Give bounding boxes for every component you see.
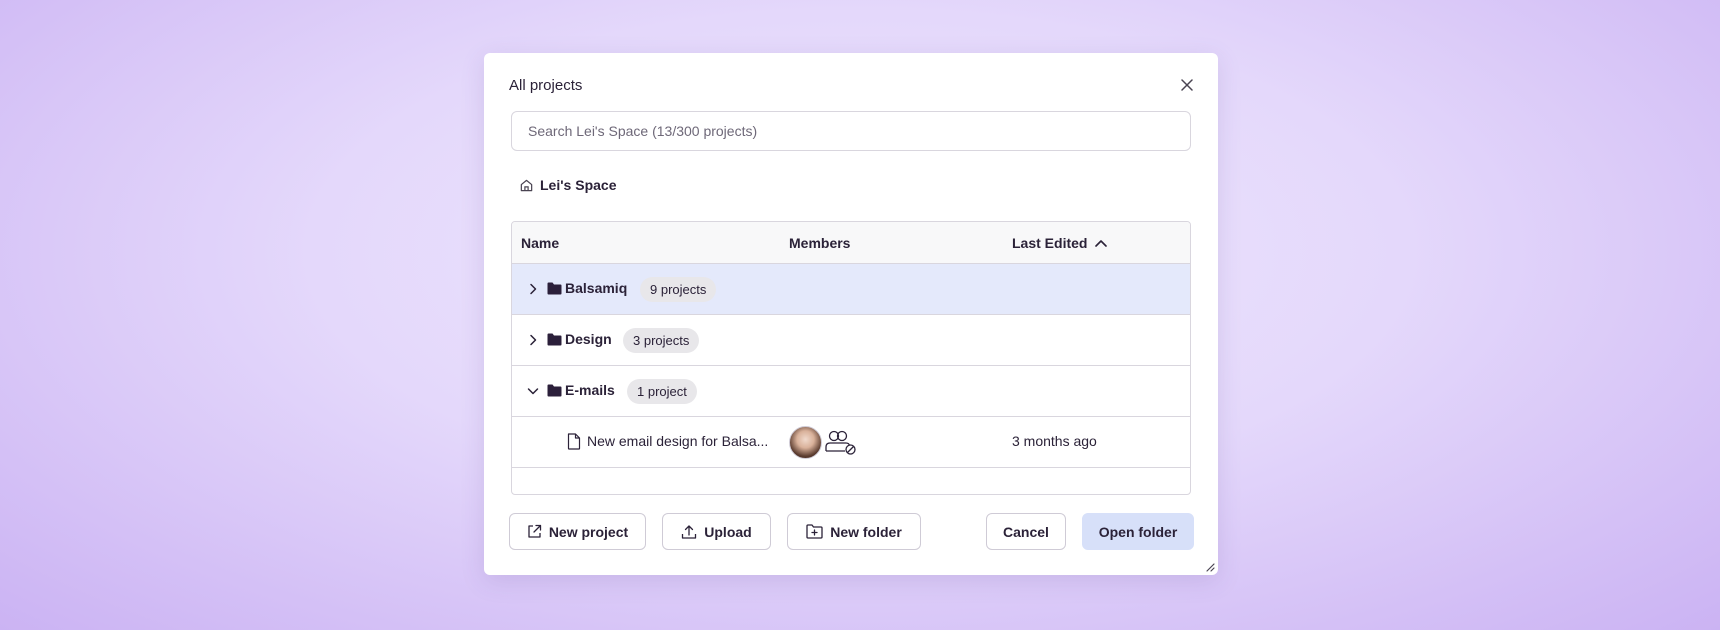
column-header-name[interactable]: Name xyxy=(521,235,559,251)
chevron-right-icon xyxy=(530,283,537,295)
folder-name: Balsamiq xyxy=(565,280,628,296)
column-last-edited-label: Last Edited xyxy=(1012,235,1088,251)
table-header: Name Members Last Edited xyxy=(512,222,1190,264)
folder-name: Design xyxy=(565,331,612,347)
folder-row-emails[interactable]: E-mails 1 project xyxy=(512,366,1190,417)
upload-label: Upload xyxy=(704,523,752,540)
collapse-toggle[interactable] xyxy=(525,383,541,399)
open-folder-label: Open folder xyxy=(1098,523,1178,540)
column-name-label: Name xyxy=(521,235,560,251)
projects-table: Name Members Last Edited Balsamiq 9 proj… xyxy=(511,221,1191,495)
column-header-members: Members xyxy=(789,235,850,251)
expand-toggle[interactable] xyxy=(525,281,541,297)
new-project-label: New project xyxy=(548,523,629,540)
search-input[interactable] xyxy=(511,111,1191,151)
chevron-right-icon xyxy=(530,334,537,346)
close-icon xyxy=(1181,79,1193,91)
chevron-down-icon xyxy=(527,388,539,395)
dialog-title: All projects xyxy=(509,77,583,94)
avatar xyxy=(789,426,822,459)
new-folder-button[interactable]: New folder xyxy=(787,513,921,550)
folder-icon xyxy=(547,384,562,397)
project-count-badge: 3 projects xyxy=(623,328,700,353)
last-edited-value: 3 months ago xyxy=(1012,433,1097,449)
external-link-icon xyxy=(528,524,541,538)
members-restricted-icon[interactable] xyxy=(825,429,857,455)
project-count-badge: 9 projects xyxy=(640,277,717,302)
project-name: New email design for Balsa... xyxy=(587,433,769,449)
close-button[interactable] xyxy=(1178,76,1196,94)
folder-row-balsamiq[interactable]: Balsamiq 9 projects xyxy=(512,264,1190,315)
upload-icon xyxy=(682,524,697,539)
open-folder-button[interactable]: Open folder xyxy=(1082,513,1194,550)
column-members-label: Members xyxy=(789,235,851,251)
column-header-last-edited[interactable]: Last Edited xyxy=(1012,235,1108,251)
folder-name: E-mails xyxy=(565,382,615,398)
project-row[interactable]: New email design for Balsa... 3 months a… xyxy=(512,417,1190,468)
folder-row-design[interactable]: Design 3 projects xyxy=(512,315,1190,366)
sort-ascending-icon xyxy=(1095,240,1108,247)
new-folder-label: New folder xyxy=(830,523,902,540)
upload-button[interactable]: Upload xyxy=(662,513,771,550)
file-icon xyxy=(567,433,581,450)
cancel-button[interactable]: Cancel xyxy=(986,513,1066,550)
cancel-label: Cancel xyxy=(1003,523,1049,540)
all-projects-dialog: All projects Lei's Space Name Members La… xyxy=(484,53,1218,575)
breadcrumb[interactable]: Lei's Space xyxy=(519,177,616,193)
folder-plus-icon xyxy=(806,524,823,539)
project-count-badge: 1 project xyxy=(627,379,697,404)
resize-handle-icon[interactable] xyxy=(1205,562,1215,572)
breadcrumb-label: Lei's Space xyxy=(540,177,617,193)
new-project-button[interactable]: New project xyxy=(509,513,646,550)
home-icon xyxy=(520,179,533,191)
expand-toggle[interactable] xyxy=(525,332,541,348)
folder-icon xyxy=(547,333,562,346)
folder-icon xyxy=(547,282,562,295)
